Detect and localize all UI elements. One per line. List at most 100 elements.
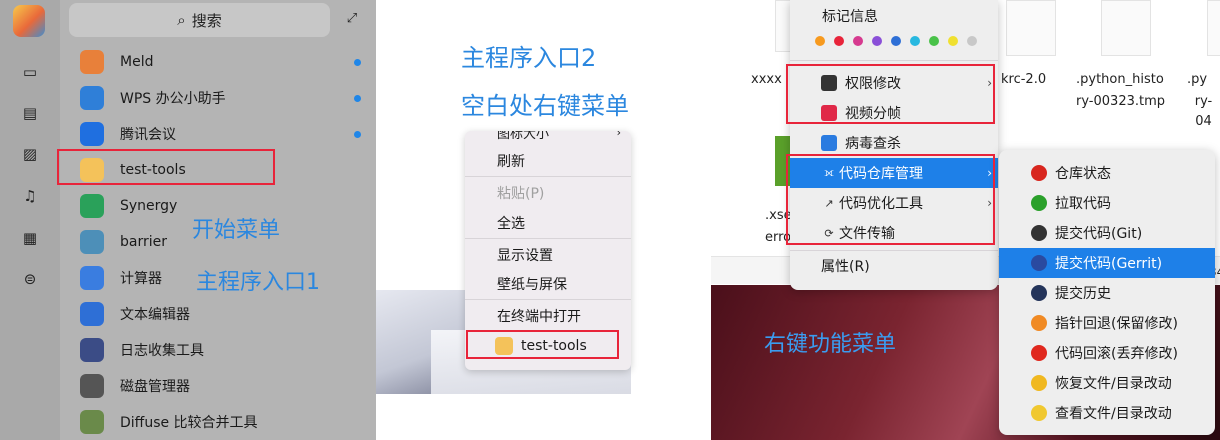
- downloads-icon[interactable]: ⊜: [18, 267, 42, 291]
- submenu-item-label: 提交历史: [1055, 286, 1111, 302]
- note-right-click-menu: 右键功能菜单: [764, 332, 897, 357]
- launcher-logo-icon[interactable]: [13, 5, 45, 37]
- submenu-item[interactable]: 恢复文件/目录改动: [999, 368, 1215, 398]
- submenu-item[interactable]: 提交代码(Git): [999, 218, 1215, 248]
- documents-icon[interactable]: ▤: [18, 101, 42, 125]
- file-name[interactable]: xxxx: [751, 70, 782, 90]
- app-item[interactable]: Diffuse 比较合并工具: [78, 405, 368, 439]
- antivirus-icon: [821, 135, 837, 151]
- file-thumbnail[interactable]: [1207, 0, 1220, 56]
- app-item[interactable]: Synergy: [78, 189, 368, 223]
- app-item[interactable]: barrier: [78, 225, 368, 259]
- new-app-dot: [354, 95, 361, 102]
- file-thumbnail[interactable]: [1101, 0, 1151, 56]
- app-label: 计算器: [120, 271, 162, 287]
- menu-item-icon-size[interactable]: 图标大小 ›: [465, 131, 631, 147]
- menu-item-label: 病毒查杀: [845, 136, 901, 152]
- menu-item[interactable]: 壁纸与屏保: [465, 269, 631, 299]
- gerrit-commit-icon: [1031, 255, 1047, 271]
- search-input[interactable]: ⌕ 搜索: [69, 3, 330, 37]
- app-label: Synergy: [120, 198, 178, 214]
- app-item[interactable]: 文本编辑器: [78, 297, 368, 331]
- color-tag[interactable]: [967, 36, 977, 46]
- calculator-icon: [80, 266, 104, 290]
- videos-icon[interactable]: ▦: [18, 226, 42, 250]
- submenu-item[interactable]: 提交代码(Gerrit): [999, 248, 1215, 278]
- submenu-item[interactable]: 查看文件/目录改动: [999, 398, 1215, 428]
- search-icon: ⌕: [177, 11, 186, 29]
- app-label: 腾讯会议: [120, 127, 176, 143]
- fullscreen-icon[interactable]: ⤢: [342, 8, 362, 28]
- submenu-item-label: 恢复文件/目录改动: [1055, 376, 1172, 392]
- submenu-item-label: 仓库状态: [1055, 166, 1111, 182]
- soft-reset-icon: [1031, 315, 1047, 331]
- app-label: Meld: [120, 54, 154, 70]
- color-tag[interactable]: [929, 36, 939, 46]
- search-placeholder: 搜索: [191, 11, 222, 30]
- file-context-menu: 标记信息 权限修改 › 视频分帧 病毒查杀 ⟗ 代码仓库管理 › ↗ 代码优化工具 › ⟳ 文件传输属…: [790, 0, 998, 290]
- new-app-dot: [354, 59, 361, 66]
- menu-item[interactable]: 显示设置: [465, 240, 631, 270]
- file-name-line2[interactable]: ry-04: [1187, 92, 1220, 132]
- app-item[interactable]: WPS 办公小助手: [78, 81, 368, 115]
- wps-assistant-icon: [80, 86, 104, 110]
- app-item[interactable]: test-tools: [78, 153, 368, 187]
- menu-item-label: 刷新: [497, 154, 525, 170]
- git-commit-icon: [1031, 225, 1047, 241]
- file-name[interactable]: krc-2.0: [1001, 70, 1046, 90]
- synergy-icon: [80, 194, 104, 218]
- highlight-box: [786, 64, 995, 124]
- menu-item[interactable]: 粘贴(P): [465, 178, 631, 208]
- file-name-line1[interactable]: .py: [1187, 70, 1207, 90]
- menu-item[interactable]: 全选: [465, 208, 631, 238]
- menu-item-label: 属性(R): [821, 259, 870, 275]
- new-app-dot: [354, 131, 361, 138]
- menu-item[interactable]: 刷新: [465, 146, 631, 176]
- color-tag[interactable]: [834, 36, 844, 46]
- submenu-item[interactable]: 提交历史: [999, 278, 1215, 308]
- tencent-meeting-icon: [80, 122, 104, 146]
- pictures-icon[interactable]: ▨: [18, 142, 42, 166]
- menu-item[interactable]: 在终端中打开: [465, 301, 631, 331]
- app-item[interactable]: Meld: [78, 45, 368, 79]
- file-thumbnail[interactable]: [1006, 0, 1056, 56]
- launcher-panel: ▭ ▤ ▨ ♫ ▦ ⊜ ⌕ 搜索 ⤢ 开始菜单 主程序入口1 Meld WPS 办…: [0, 0, 376, 440]
- color-tag[interactable]: [872, 36, 882, 46]
- view-changes-icon: [1031, 405, 1047, 421]
- submenu-item-label: 代码回滚(丢弃修改): [1055, 346, 1178, 362]
- music-icon[interactable]: ♫: [18, 184, 42, 208]
- menu-item-label: 在终端中打开: [497, 309, 581, 325]
- submenu-item-label: 查看文件/目录改动: [1055, 406, 1172, 422]
- app-item[interactable]: 计算器: [78, 261, 368, 295]
- menu-item-label: 显示设置: [497, 248, 553, 264]
- color-tag[interactable]: [948, 36, 958, 46]
- app-item[interactable]: 腾讯会议: [78, 117, 368, 151]
- submenu-item-label: 提交代码(Git): [1055, 226, 1143, 242]
- menu-item-label: 全选: [497, 216, 525, 232]
- color-tag[interactable]: [815, 36, 825, 46]
- submenu-item[interactable]: 代码回滚(丢弃修改): [999, 338, 1215, 368]
- app-label: WPS 办公小助手: [120, 91, 226, 107]
- color-tag[interactable]: [853, 36, 863, 46]
- desktop-panel: 主程序入口2 空白处右键菜单 图标大小 › 刷新 粘贴(P) 全选 显示设置 壁纸与屏保…: [376, 0, 711, 440]
- submenu-item[interactable]: 指针回退(保留修改): [999, 308, 1215, 338]
- repo-submenu: 仓库状态拉取代码提交代码(Git) 提交代码(Gerrit) 提交历史指针回退(保留…: [999, 150, 1215, 435]
- submenu-item-label: 指针回退(保留修改): [1055, 316, 1178, 332]
- color-tag[interactable]: [891, 36, 901, 46]
- menu-item-label: 粘贴(P): [497, 186, 545, 202]
- color-tag[interactable]: [910, 36, 920, 46]
- submenu-item[interactable]: 拉取代码: [999, 188, 1215, 218]
- file-name-line1[interactable]: .python_histo: [1076, 70, 1164, 90]
- computer-icon[interactable]: ▭: [18, 60, 42, 84]
- menu-item[interactable]: 属性(R): [790, 251, 998, 281]
- file-name-line2[interactable]: ry-00323.tmp: [1076, 92, 1165, 112]
- app-item[interactable]: 日志收集工具: [78, 333, 368, 367]
- note-blank-right-click: 空白处右键菜单: [461, 92, 629, 120]
- commit-history-icon: [1031, 285, 1047, 301]
- submenu-item[interactable]: 仓库状态: [999, 158, 1215, 188]
- submenu-item-label: 拉取代码: [1055, 196, 1111, 212]
- highlight-box: [786, 154, 995, 245]
- app-item[interactable]: 磁盘管理器: [78, 369, 368, 403]
- tag-title: 标记信息: [822, 9, 878, 25]
- app-label: 文本编辑器: [120, 307, 190, 323]
